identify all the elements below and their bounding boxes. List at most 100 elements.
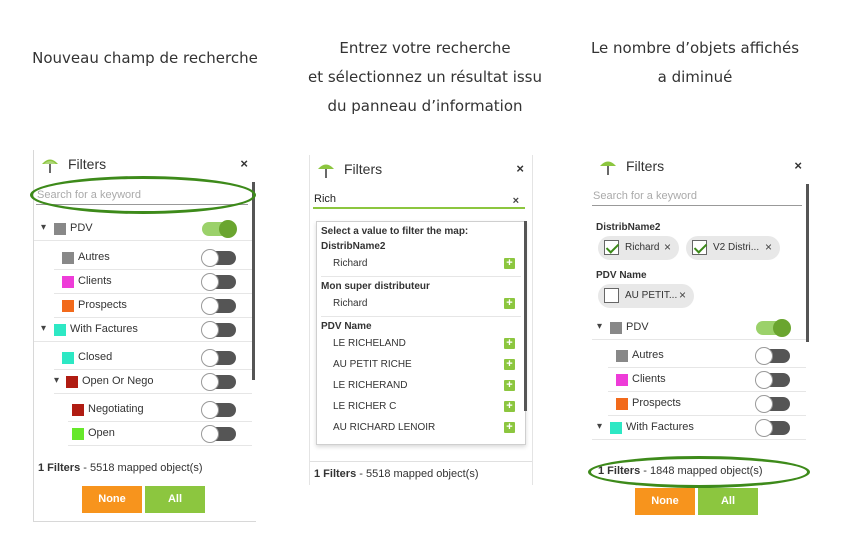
scrollbar[interactable] [252,182,255,380]
highlight-ellipse-search [30,176,256,214]
group-title: PDV Name [596,270,647,281]
tree-row-pdv[interactable]: ▾ PDV [592,316,806,340]
row-label: PDV [70,222,93,234]
tree-row-autres[interactable]: Autres [54,246,252,270]
remove-chip-icon[interactable]: × [765,240,772,254]
add-filter-icon[interactable]: + [504,298,515,309]
checkbox-icon[interactable] [604,288,619,303]
highlight-ellipse-count [588,456,810,488]
tree-row-closed[interactable]: Closed [54,346,252,370]
all-button[interactable]: All [698,488,758,515]
chip-label: Richard [625,242,660,253]
remove-chip-icon[interactable]: × [664,240,671,254]
toggle-switch[interactable] [755,395,790,413]
close-icon[interactable]: × [794,158,802,173]
group-title: PDV Name [321,321,372,332]
tree-row-with-factures[interactable]: ▾ With Factures [34,318,252,342]
toggle-switch[interactable] [756,319,791,337]
tree-row-open[interactable]: Open [68,422,252,446]
result-item[interactable]: LE RICHERAND [333,380,407,391]
color-swatch-lime [72,428,84,440]
tree-row-prospects[interactable]: Prospects [54,294,252,318]
tree-row-clients[interactable]: Clients [608,368,806,392]
toggle-switch[interactable] [755,419,790,437]
chevron-down-icon[interactable]: ▾ [54,375,59,386]
add-filter-icon[interactable]: + [504,359,515,370]
row-label: Autres [78,251,110,263]
tree-row-negotiating[interactable]: Negotiating [68,398,252,422]
chevron-down-icon[interactable]: ▾ [41,323,46,334]
toggle-switch[interactable] [202,220,237,238]
toggle-switch[interactable] [201,425,236,443]
add-filter-icon[interactable]: + [504,401,515,412]
toggle-switch[interactable] [755,347,790,365]
result-item[interactable]: AU RICHARD LENOIR [333,422,435,433]
chevron-down-icon[interactable]: ▾ [597,421,602,432]
parasol-icon [600,161,616,175]
checkbox-icon[interactable] [604,240,619,255]
dropdown-heading: Select a value to filter the map: [321,226,469,237]
row-label: Autres [632,349,664,361]
toggle-switch[interactable] [201,373,236,391]
close-icon[interactable]: × [516,161,524,176]
chevron-down-icon[interactable]: ▾ [597,321,602,332]
tree-row-autres[interactable]: Autres [608,344,806,368]
toggle-switch[interactable] [201,297,236,315]
result-item[interactable]: AU PETIT RICHE [333,359,412,370]
chip-label: V2 Distri... [713,242,760,253]
toggle-switch[interactable] [201,249,236,267]
add-filter-icon[interactable]: + [504,380,515,391]
chevron-down-icon[interactable]: ▾ [41,222,46,233]
scrollbar[interactable] [524,221,527,411]
parasol-icon [42,159,58,173]
filter-status: 1 Filters - 5518 mapped object(s) [38,462,203,474]
add-filter-icon[interactable]: + [504,258,515,269]
parasol-icon [318,164,334,178]
toggle-switch[interactable] [201,401,236,419]
result-item[interactable]: LE RICHER C [333,401,396,412]
none-button[interactable]: None [82,486,142,513]
tree-row-open-or-nego[interactable]: ▾ Open Or Nego [54,370,252,394]
tree-row-with-factures[interactable]: ▾ With Factures [592,416,806,440]
result-item[interactable]: Richard [333,298,367,309]
scrollbar[interactable] [806,184,809,342]
filters-panel-2: Filters × Rich × Select a value to filte… [309,155,533,485]
result-item[interactable]: LE RICHELAND [333,338,406,349]
color-swatch-red [66,376,78,388]
all-button[interactable]: All [145,486,205,513]
tree-row-clients[interactable]: Clients [54,270,252,294]
row-label: Closed [78,351,113,363]
tree-row-prospects[interactable]: Prospects [608,392,806,416]
filter-chip[interactable]: Richard × [598,236,679,260]
toggle-switch[interactable] [201,349,236,367]
add-filter-icon[interactable]: + [504,338,515,349]
caption-enter-search: Entrez votre recherche et sélectionnez u… [307,39,543,115]
clear-icon[interactable]: × [513,193,519,209]
result-item[interactable]: Richard [333,258,367,269]
chip-label: AU PETIT... [625,290,678,301]
search-input[interactable]: Rich × [313,191,525,209]
color-swatch-magenta [62,276,74,288]
toggle-switch[interactable] [755,371,790,389]
row-label: Open [88,427,115,439]
color-swatch-gray [616,350,628,362]
tree-row-pdv[interactable]: ▾ PDV [34,217,252,241]
filter-chip[interactable]: AU PETIT... × [598,284,694,308]
filter-chip[interactable]: V2 Distri... × [686,236,780,260]
color-swatch-cyan [610,422,622,434]
row-label: Prospects [632,397,681,409]
caption-new-search-field: Nouveau champ de recherche [32,49,258,67]
remove-chip-icon[interactable]: × [679,288,686,302]
add-filter-icon[interactable]: + [504,422,515,433]
checkbox-icon[interactable] [692,240,707,255]
close-icon[interactable]: × [240,156,248,171]
row-label: With Factures [626,421,694,433]
toggle-switch[interactable] [201,321,236,339]
toggle-switch[interactable] [201,273,236,291]
filters-title: Filters [626,158,665,174]
filters-title: Filters [344,161,383,177]
none-button[interactable]: None [635,488,695,515]
color-swatch-gray [62,252,74,264]
color-swatch-orange [62,300,74,312]
search-input[interactable]: Search for a keyword [592,188,802,206]
